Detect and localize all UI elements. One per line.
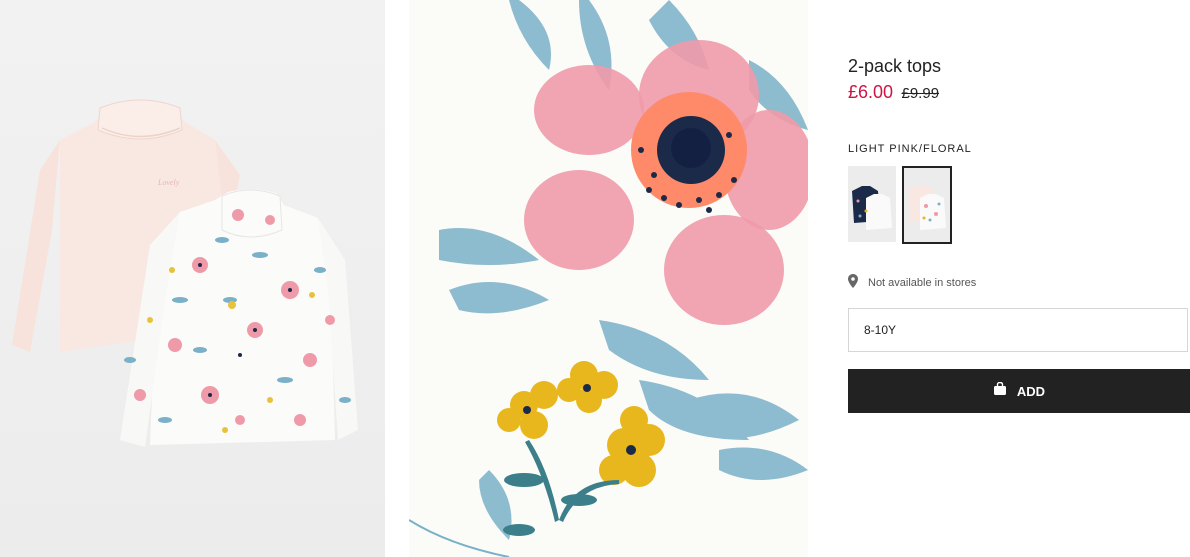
product-title: 2-pack tops: [848, 56, 942, 76]
shopping-bag-icon: [993, 381, 1007, 400]
pink-floral-pack-thumbnail: [904, 168, 950, 242]
color-swatch-light-pink-floral[interactable]: [902, 166, 952, 244]
store-availability: Not available in stores: [848, 273, 977, 293]
color-swatch-navy-floral[interactable]: [848, 166, 896, 242]
store-availability-text: Not available in stores: [868, 277, 977, 289]
price-row: £6.00 £9.99: [848, 82, 939, 103]
product-photo-two-turtlenecks: Lovely: [12, 99, 358, 447]
size-selector[interactable]: 8-10Y: [848, 308, 1188, 352]
original-price: £9.99: [901, 85, 940, 102]
product-page: Lovely 2-pack tops £6.00 £9.99 LIGHT PIN…: [0, 0, 1190, 557]
location-pin-icon: [848, 273, 858, 293]
product-info-panel: 2-pack tops £6.00 £9.99 LIGHT PINK/FLORA…: [848, 0, 1190, 557]
navy-floral-pack-thumbnail: [848, 166, 896, 242]
selected-size: 8-10Y: [864, 323, 897, 337]
svg-text:Lovely: Lovely: [157, 178, 180, 187]
yellow-flowers: [497, 361, 665, 536]
product-main-image[interactable]: Lovely: [0, 0, 385, 557]
fabric-closeup-print: [409, 0, 808, 557]
product-detail-image[interactable]: [409, 0, 808, 557]
add-to-bag-button[interactable]: ADD: [848, 369, 1190, 413]
add-button-label: ADD: [1016, 383, 1046, 399]
sale-price: £6.00: [848, 82, 894, 102]
selected-color-name: LIGHT PINK/FLORAL: [848, 143, 972, 155]
